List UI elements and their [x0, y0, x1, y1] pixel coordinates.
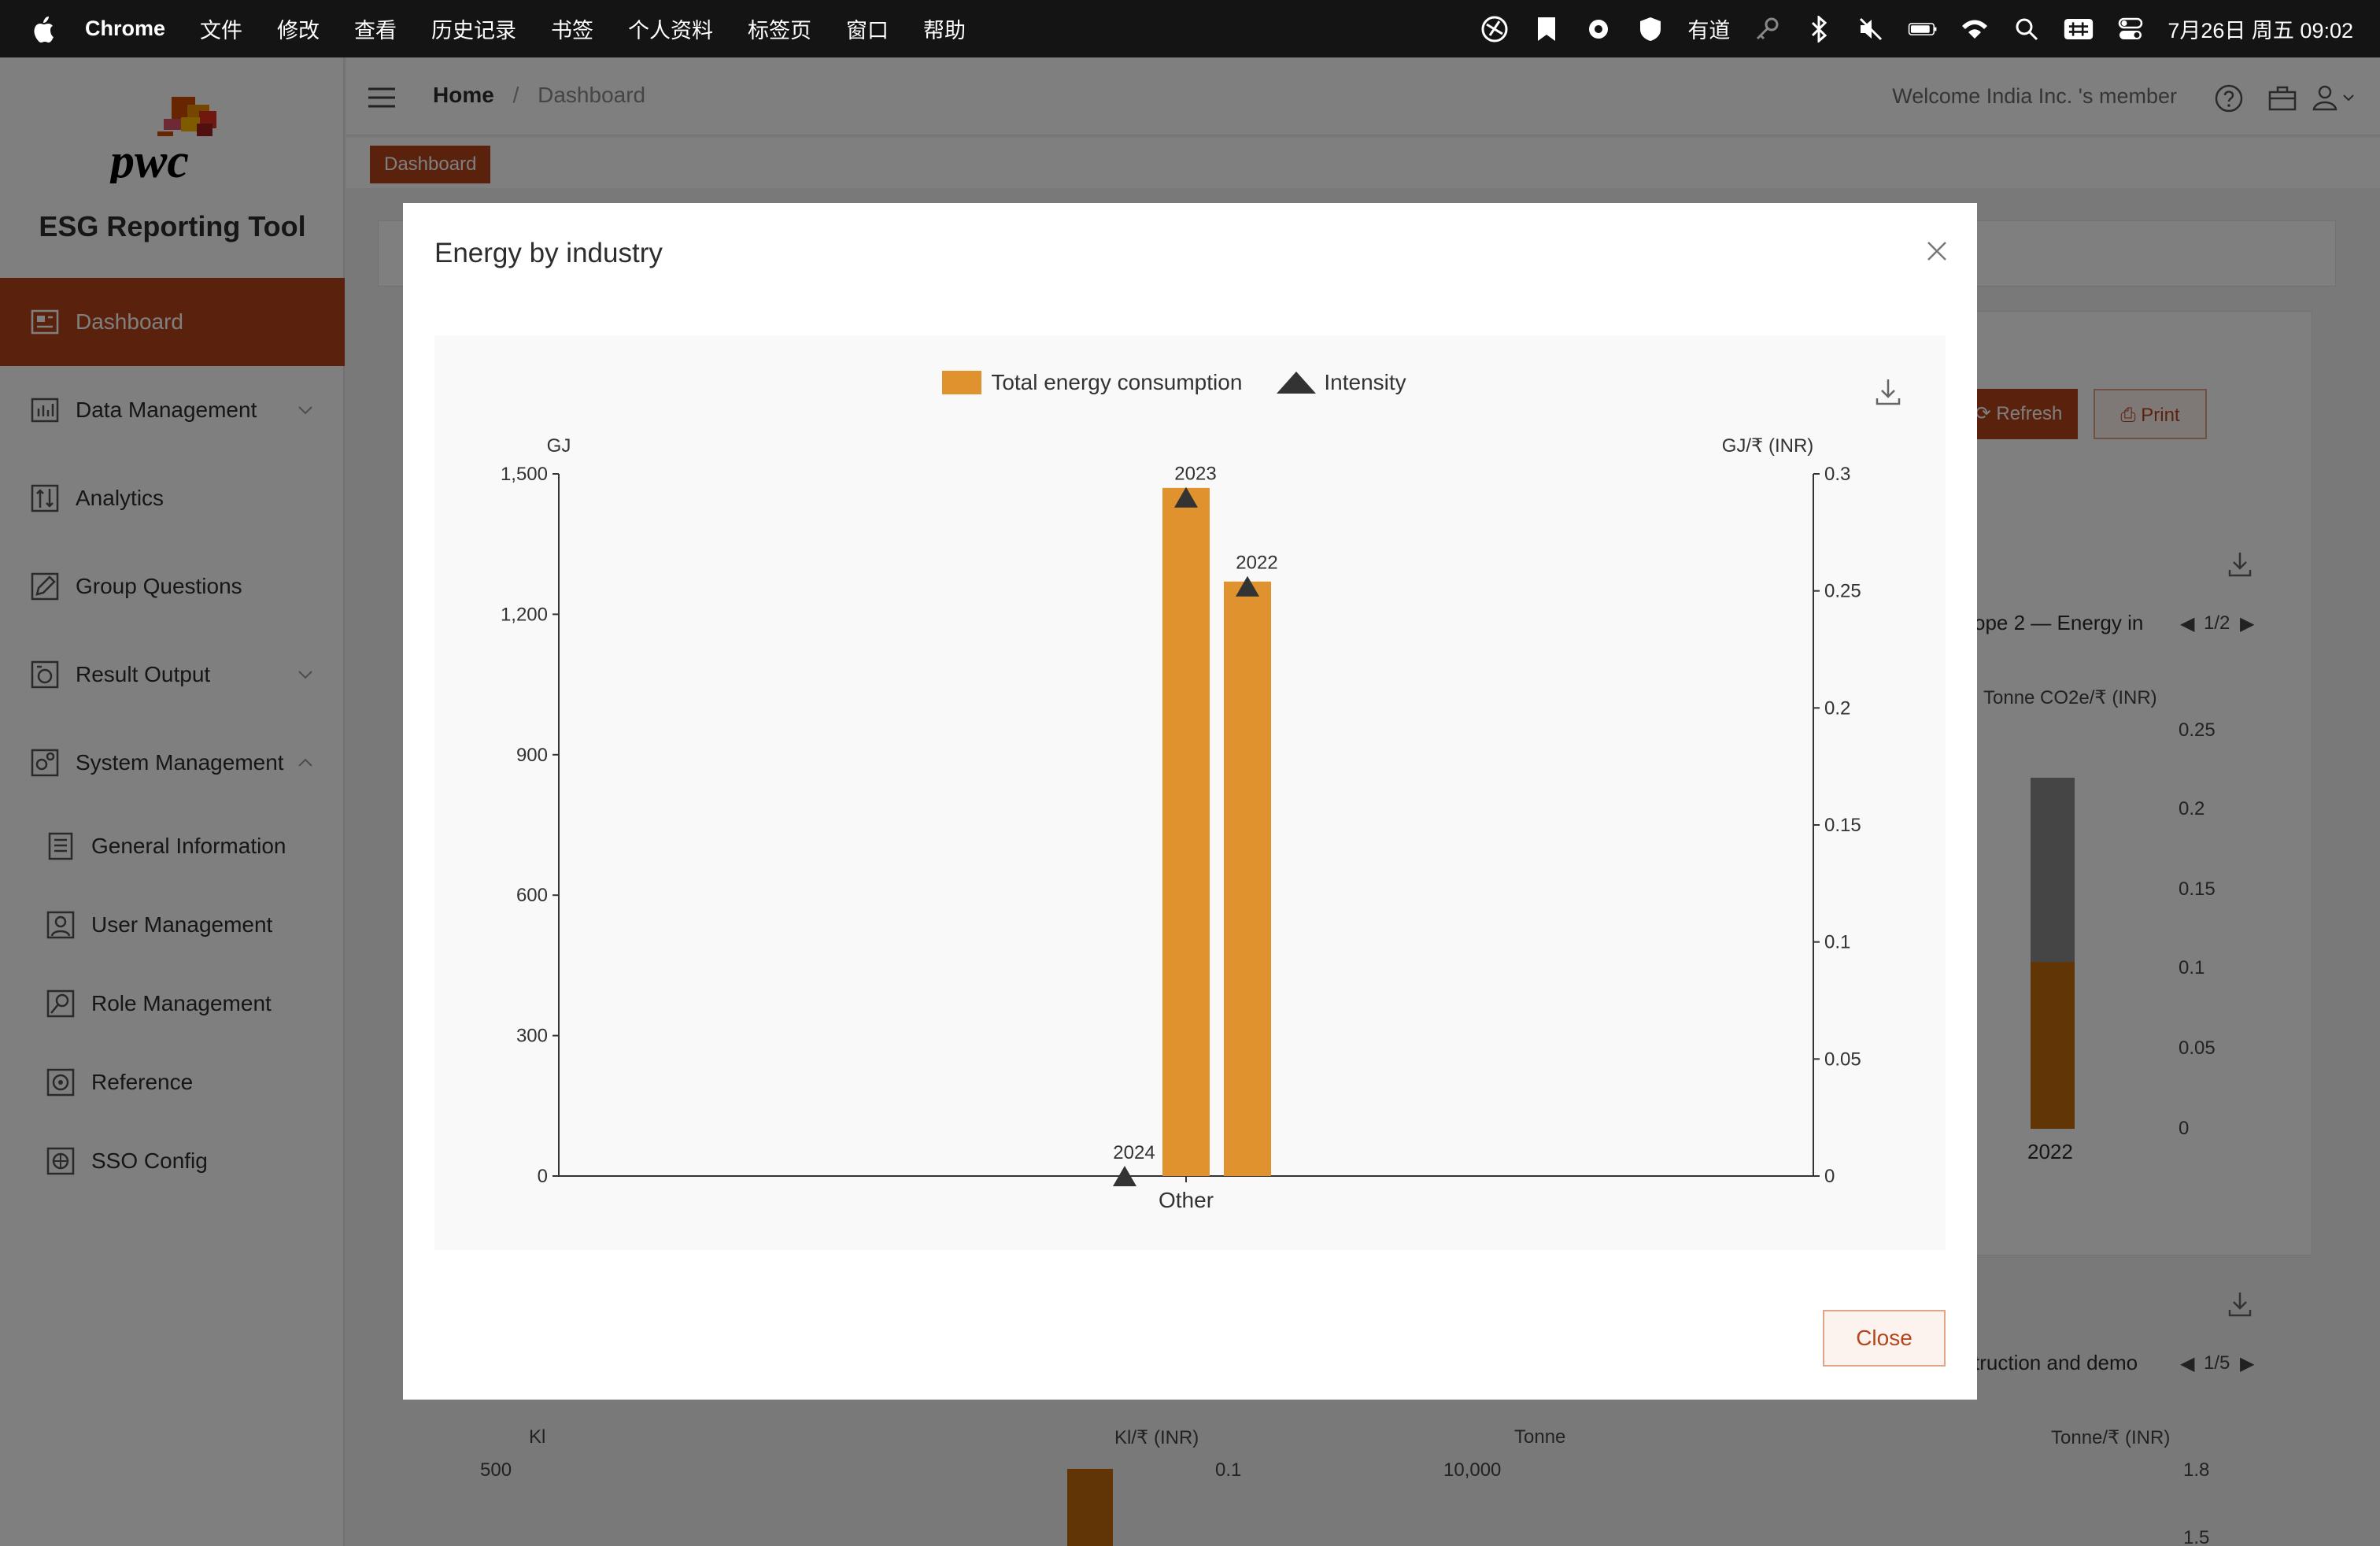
youdao-menu[interactable]: 有道 [1687, 13, 1730, 44]
y-axis-left-tick-label: 1,500 [501, 464, 548, 485]
y-axis-right-tick-label: 0.1 [1824, 932, 1850, 953]
y-axis-left-tick-label: 0 [538, 1166, 548, 1187]
menu-edit[interactable]: 修改 [277, 13, 320, 44]
menu-view[interactable]: 查看 [354, 13, 397, 44]
data-label: 2024 [1113, 1142, 1155, 1163]
bookmark-app-icon[interactable] [1532, 14, 1561, 44]
menu-history[interactable]: 历史记录 [431, 13, 516, 44]
menu-profiles[interactable]: 个人资料 [628, 13, 713, 44]
apple-icon[interactable] [31, 16, 55, 43]
y-axis-right-tick-label: 0 [1824, 1166, 1835, 1187]
macos-menubar: Chrome 文件 修改 查看 历史记录 书签 个人资料 标签页 窗口 帮助 有… [0, 0, 2380, 57]
search-icon[interactable] [2012, 14, 2042, 44]
mute-icon[interactable] [1856, 14, 1886, 44]
y-axis-left-tick-label: 1,200 [501, 604, 548, 625]
chart-container: Total energy consumption Intensity GJ GJ/… [434, 335, 1946, 1250]
bar [1224, 581, 1271, 1176]
y-axis-left-tick-label: 300 [516, 1026, 548, 1047]
menu-help[interactable]: 帮助 [923, 13, 966, 44]
close-icon[interactable] [1925, 239, 1949, 263]
menu-file[interactable]: 文件 [200, 13, 242, 44]
y-axis-right-tick-label: 0.25 [1824, 581, 1861, 602]
y-axis-left-tick-label: 900 [516, 745, 548, 766]
y-axis-right-tick-label: 0.3 [1824, 464, 1850, 485]
battery-icon[interactable] [1908, 14, 1938, 44]
datetime[interactable]: 7月26日 周五 09:02 [2168, 13, 2353, 44]
y-axis-right-tick-label: 0.05 [1824, 1049, 1861, 1070]
menu-bookmarks[interactable]: 书签 [551, 13, 593, 44]
data-label: 2023 [1174, 464, 1216, 485]
energy-by-industry-modal: Energy by industry Total energy consumpt… [403, 203, 1977, 1400]
modal-title: Energy by industry [434, 238, 663, 268]
key-icon[interactable] [1752, 14, 1782, 44]
menu-window[interactable]: 窗口 [846, 13, 889, 44]
y-axis-right-tick-label: 0.15 [1824, 815, 1861, 836]
y-axis-right-tick-label: 0.2 [1824, 697, 1850, 719]
wifi-icon[interactable] [1960, 14, 1990, 44]
menu-app-name[interactable]: Chrome [85, 17, 165, 41]
y-axis-right-title: GJ/₹ (INR) [1722, 435, 1814, 457]
close-button[interactable]: Close [1823, 1310, 1946, 1367]
bluetooth-icon[interactable] [1804, 14, 1834, 44]
y-axis-left-title: GJ [547, 435, 571, 457]
bar [1162, 487, 1210, 1176]
control-center-icon[interactable] [2116, 14, 2145, 44]
vpn-globe-icon[interactable] [1480, 14, 1510, 44]
y-axis-left-tick-label: 600 [516, 885, 548, 906]
energy-chart: GJ GJ/₹ (INR) 0 300 600 900 1,200 1,500 0 0.05 0.1… [501, 435, 1861, 1212]
settings-app-icon[interactable] [1584, 14, 1613, 44]
x-axis-tick-label: Other [1159, 1188, 1214, 1212]
menu-tabs[interactable]: 标签页 [748, 13, 811, 44]
data-label: 2022 [1236, 553, 1277, 574]
input-method-icon[interactable] [2064, 14, 2094, 44]
shield-app-icon[interactable] [1635, 14, 1665, 44]
